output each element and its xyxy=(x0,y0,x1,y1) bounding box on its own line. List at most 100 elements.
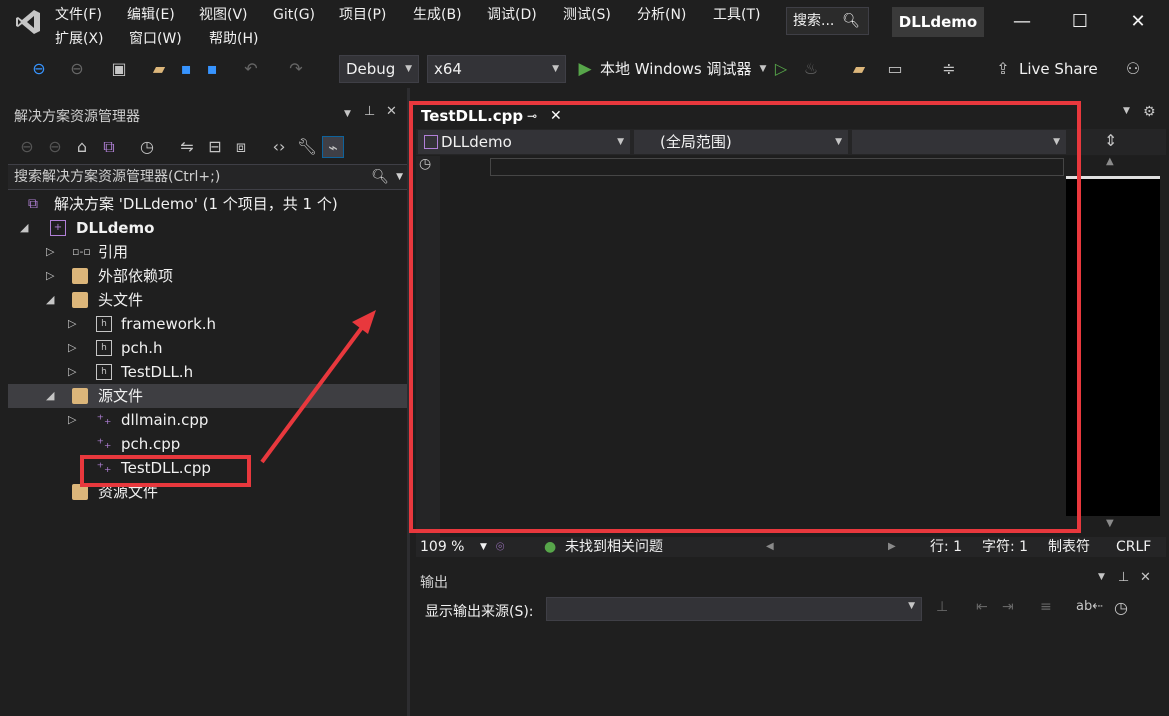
solution-explorer-search[interactable]: 搜索解决方案资源管理器(Ctrl+;) 🔍︎ ▼ xyxy=(8,164,407,190)
code-view-icon[interactable]: ‹› xyxy=(268,136,290,158)
live-share-icon[interactable]: ⇪ xyxy=(992,58,1014,80)
clear-all-icon[interactable]: ≡ xyxy=(1040,599,1052,615)
find-message-icon[interactable]: ⊥ xyxy=(936,599,948,615)
menu-build[interactable]: 生成(B) xyxy=(413,4,462,26)
save-all-icon[interactable]: ▪ xyxy=(201,58,223,80)
zoom-level[interactable]: 109 % xyxy=(420,537,464,557)
toolbar-overflow-icon[interactable]: ≑ xyxy=(938,58,960,80)
search-box[interactable]: 搜索... 🔍︎ xyxy=(786,7,869,35)
menu-window[interactable]: 窗口(W) xyxy=(129,28,182,50)
back-icon[interactable]: ⊖ xyxy=(16,136,38,158)
pin-icon[interactable]: ⊥ xyxy=(364,104,375,119)
prev-message-icon[interactable]: ⇤ xyxy=(976,599,988,615)
issues-status[interactable]: 未找到相关问题 xyxy=(565,537,663,557)
tree-item-pch-cpp[interactable]: ⁺₊ pch.cpp xyxy=(8,432,407,456)
toolbar: ⊖ ⊖ ▣ ▰ ▪ ▪ ↶ ↷ Debug ▼ x64 ▼ ▶ 本地 Windo… xyxy=(0,52,1169,88)
chevron-down-icon: ▼ xyxy=(405,64,412,74)
collapse-all-icon[interactable]: ⊟ xyxy=(204,136,226,158)
close-icon[interactable]: ✕ xyxy=(1140,570,1151,585)
properties-icon[interactable]: 🔧︎ xyxy=(296,136,318,158)
platform-select[interactable]: x64 ▼ xyxy=(427,55,566,83)
tree-label: pch.h xyxy=(121,339,163,357)
tab-list-icon[interactable]: ▼ xyxy=(1123,106,1130,116)
menu-file[interactable]: 文件(F) xyxy=(55,4,102,26)
open-folder-icon[interactable]: ▰ xyxy=(148,58,170,80)
tree-item-solution[interactable]: ⧉ 解决方案 'DLLdemo' (1 个项目，共 1 个) xyxy=(8,192,407,216)
save-icon[interactable]: ▪ xyxy=(175,58,197,80)
word-wrap-icon[interactable]: ab⇠ xyxy=(1076,599,1103,614)
intellicode-icon[interactable]: ⌾ xyxy=(496,537,504,557)
line-indicator[interactable]: 行: 1 xyxy=(930,537,962,557)
layout-icon[interactable]: ▭ xyxy=(884,58,906,80)
run-debugger-button[interactable]: 本地 Windows 调试器 xyxy=(600,58,752,80)
redo-icon[interactable]: ↷ xyxy=(285,58,307,80)
new-project-icon[interactable]: ▣ xyxy=(108,58,130,80)
config-select[interactable]: Debug ▼ xyxy=(339,55,419,83)
chevron-down-icon[interactable]: ▼ xyxy=(480,537,487,557)
history-icon[interactable]: ◷ xyxy=(136,136,158,158)
tree-item-framework-h[interactable]: ▷ h framework.h xyxy=(8,312,407,336)
show-all-files-icon[interactable]: ⧈ xyxy=(230,136,252,158)
solution-icon: ⧉ xyxy=(28,196,38,212)
menu-view[interactable]: 视图(V) xyxy=(199,4,248,26)
clock-icon[interactable]: ◷ xyxy=(1114,598,1128,617)
menu-extensions[interactable]: 扩展(X) xyxy=(55,28,104,50)
tree-item-dllmain-cpp[interactable]: ▷ ⁺₊ dllmain.cpp xyxy=(8,408,407,432)
run-icon[interactable]: ▶ xyxy=(574,58,596,80)
tree-item-pch-h[interactable]: ▷ h pch.h xyxy=(8,336,407,360)
close-icon[interactable]: ✕ xyxy=(386,104,397,119)
hot-reload-icon[interactable]: ♨ xyxy=(800,58,822,80)
menu-test[interactable]: 测试(S) xyxy=(563,4,611,26)
menu-help[interactable]: 帮助(H) xyxy=(209,28,258,50)
scroll-left-icon[interactable]: ◀ xyxy=(766,537,774,557)
scroll-up-icon[interactable]: ▲ xyxy=(1106,156,1114,167)
tree-item-external-deps[interactable]: ▷ 外部依赖项 xyxy=(8,264,407,288)
scroll-right-icon[interactable]: ▶ xyxy=(888,537,896,557)
menu-debug[interactable]: 调试(D) xyxy=(487,4,537,26)
split-icon[interactable]: ⇕ xyxy=(1104,131,1117,150)
window-title: DLLdemo xyxy=(892,7,984,37)
tree-item-references[interactable]: ▷ ▫-▫ 引用 xyxy=(8,240,407,264)
maximize-button[interactable]: ☐ xyxy=(1060,6,1100,38)
feedback-icon[interactable]: ⚇ xyxy=(1122,58,1144,80)
back-icon[interactable]: ⊖ xyxy=(28,58,50,80)
forward-icon[interactable]: ⊖ xyxy=(44,136,66,158)
tree-item-testdll-h[interactable]: ▷ h TestDLL.h xyxy=(8,360,407,384)
output-source-select[interactable]: ▼ xyxy=(546,597,922,621)
undo-icon[interactable]: ↶ xyxy=(240,58,262,80)
menu-analyze[interactable]: 分析(N) xyxy=(637,4,686,26)
cpp-file-icon: ⁺₊ xyxy=(96,412,112,428)
editor-status-bar: 109 % ▼ ⌾ ● 未找到相关问题 ◀ ▶ 行: 1 字符: 1 制表符 C… xyxy=(416,537,1166,557)
scroll-down-icon[interactable]: ▼ xyxy=(1106,518,1114,529)
eol-indicator[interactable]: CRLF xyxy=(1116,537,1151,557)
column-indicator[interactable]: 字符: 1 xyxy=(982,537,1028,557)
tree-item-project[interactable]: ◢ + DLLdemo xyxy=(8,216,407,240)
tree-item-header-files[interactable]: ◢ 头文件 xyxy=(8,288,407,312)
panel-menu-icon[interactable]: ▼ xyxy=(1098,572,1105,582)
sync-icon[interactable]: ⇋ xyxy=(176,136,198,158)
search-placeholder: 搜索解决方案资源管理器(Ctrl+;) xyxy=(14,169,221,185)
switch-view-icon[interactable]: ⧉ xyxy=(98,136,120,158)
vs-logo-icon[interactable] xyxy=(14,8,42,36)
next-message-icon[interactable]: ⇥ xyxy=(1002,599,1014,615)
forward-icon[interactable]: ⊖ xyxy=(66,58,88,80)
pin-icon[interactable]: ⊥ xyxy=(1118,570,1129,585)
menu-edit[interactable]: 编辑(E) xyxy=(127,4,175,26)
menu-git[interactable]: Git(G) xyxy=(273,4,315,26)
expanded-icon: ◢ xyxy=(20,221,29,234)
close-button[interactable]: ✕ xyxy=(1118,6,1158,38)
tabs-indicator[interactable]: 制表符 xyxy=(1048,537,1090,557)
run-without-debug-icon[interactable]: ▷ xyxy=(770,58,792,80)
collapsed-icon: ▷ xyxy=(68,413,77,426)
solution-folder-icon[interactable]: ▰ xyxy=(848,58,870,80)
tree-item-source-files[interactable]: ◢ 源文件 xyxy=(8,384,407,408)
output-source-label: 显示输出来源(S): xyxy=(425,604,534,620)
preview-icon[interactable]: ⌁ xyxy=(322,136,344,158)
live-share-button[interactable]: Live Share xyxy=(1019,58,1098,80)
home-icon[interactable]: ⌂ xyxy=(71,136,93,158)
menu-project[interactable]: 项目(P) xyxy=(339,4,386,26)
panel-menu-icon[interactable]: ▼ xyxy=(344,109,351,119)
minimize-button[interactable]: — xyxy=(1002,6,1042,38)
gear-icon[interactable]: ⚙ xyxy=(1143,104,1156,120)
menu-tools[interactable]: 工具(T) xyxy=(713,4,760,26)
